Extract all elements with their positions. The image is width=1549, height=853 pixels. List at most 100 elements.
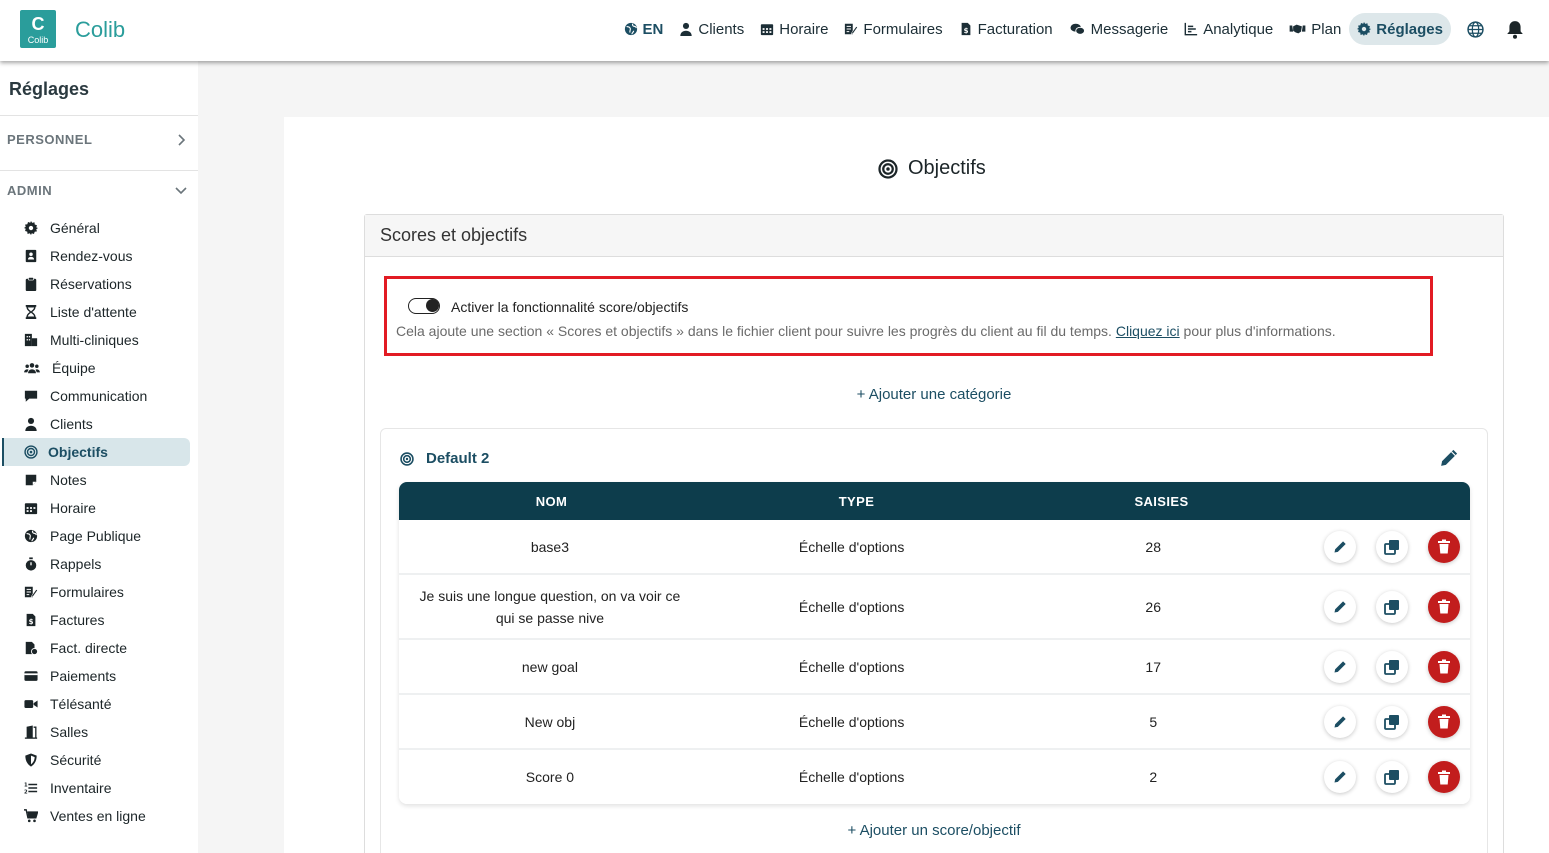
sidebar-item-formulaires[interactable]: Formulaires — [0, 578, 198, 606]
add-score-button[interactable]: + Ajouter un score/objectif — [381, 822, 1487, 839]
add-category-button[interactable]: + Ajouter une catégorie — [365, 386, 1503, 403]
sidebar-item-label: Horaire — [50, 500, 96, 516]
delete-button[interactable] — [1428, 530, 1460, 563]
nav-language[interactable]: EN — [616, 13, 672, 45]
sidebar-item-label: Formulaires — [50, 584, 124, 600]
direct-invoice-icon — [25, 641, 38, 655]
sidebar-item-inventaire[interactable]: 1 2 Inventaire — [0, 774, 198, 802]
duplicate-button[interactable] — [1376, 650, 1408, 683]
sidebar-item-rendez-vous[interactable]: Rendez-vous — [0, 242, 198, 270]
table-row: base3 Échelle d'options 28 — [399, 520, 1470, 575]
sidebar-item-label: Réservations — [50, 276, 132, 292]
invoice-icon: $ — [961, 22, 970, 36]
delete-button[interactable] — [1428, 705, 1460, 738]
trash-icon — [1438, 659, 1450, 674]
category-name: Default 2 — [426, 450, 490, 467]
pencil-icon — [1334, 660, 1346, 673]
toggle-knob — [426, 299, 439, 312]
edit-button[interactable] — [1324, 761, 1356, 793]
table-row: New obj Échelle d'options 5 — [399, 695, 1470, 750]
cell-saisies: 2 — [1149, 769, 1158, 785]
edit-button[interactable] — [1324, 705, 1356, 738]
sidebar-item-rappels[interactable]: Rappels — [0, 550, 198, 578]
sidebar-item-telesante[interactable]: Télésanté — [0, 690, 198, 718]
app-logo[interactable]: C Colib — [20, 10, 56, 48]
hourglass-icon — [25, 305, 37, 319]
app-name[interactable]: Colib — [75, 17, 125, 43]
target-icon — [878, 158, 898, 179]
duplicate-button[interactable] — [1376, 590, 1408, 623]
chat-icon — [1070, 23, 1085, 35]
sidebar-item-clients[interactable]: Clients — [0, 410, 198, 438]
language-globe-button[interactable] — [1459, 13, 1491, 45]
edit-category-pencil-icon[interactable] — [1439, 448, 1459, 468]
sidebar-item-objectifs[interactable]: Objectifs — [2, 438, 190, 466]
sidebar-item-securite[interactable]: Sécurité — [0, 746, 198, 774]
nav-horaire[interactable]: Horaire — [752, 13, 836, 45]
delete-button[interactable] — [1428, 761, 1460, 793]
column-saisies: SAISIES — [1134, 493, 1189, 509]
section-label: ADMIN — [7, 183, 53, 198]
trash-icon — [1438, 714, 1450, 729]
sidebar-item-reservations[interactable]: Réservations — [0, 270, 198, 298]
sidebar-section-personnel[interactable]: PERSONNEL — [7, 132, 187, 147]
duplicate-button[interactable] — [1376, 761, 1408, 793]
cell-nom: New obj — [524, 713, 576, 730]
logo-text: Colib — [27, 35, 49, 45]
cell-type: Échelle d'options — [798, 713, 905, 730]
sidebar-item-label: Paiements — [50, 668, 117, 684]
duplicate-button[interactable] — [1376, 530, 1408, 563]
settings-sidebar: Réglages PERSONNEL ADMIN Général Rendez-… — [0, 61, 198, 853]
delete-button[interactable] — [1428, 590, 1460, 623]
cell-nom: Je suis une longue question, on va voir … — [419, 587, 681, 626]
sidebar-section-admin[interactable]: ADMIN — [7, 183, 187, 198]
cell-saisies: 17 — [1145, 658, 1161, 675]
pencil-icon — [1334, 540, 1346, 553]
sidebar-item-general[interactable]: Général — [0, 214, 198, 242]
sidebar-item-label: Objectifs — [48, 444, 108, 460]
sidebar-item-ventes-en-ligne[interactable]: Ventes en ligne — [0, 802, 198, 830]
sidebar-item-multi-cliniques[interactable]: Multi-cliniques — [0, 326, 198, 354]
table-row: Score 0 Échelle d'options 2 — [399, 750, 1470, 804]
sidebar-item-label: Clients — [50, 416, 93, 432]
main-card: Objectifs Scores et objectifs Activer la… — [284, 117, 1549, 853]
nav-formulaires[interactable]: Formulaires — [836, 13, 950, 45]
trash-icon — [1438, 770, 1450, 784]
pencil-icon — [1334, 600, 1346, 613]
sidebar-item-notes[interactable]: Notes — [0, 466, 198, 494]
top-bar: C Colib Colib EN Clients Horaire Formula… — [0, 0, 1549, 61]
feature-toggle[interactable] — [408, 298, 440, 314]
nav-analytique[interactable]: Analytique — [1176, 13, 1281, 45]
nav-plan[interactable]: Plan — [1281, 13, 1349, 45]
nav-clients[interactable]: Clients — [671, 13, 752, 45]
duplicate-button[interactable] — [1376, 705, 1408, 738]
sidebar-item-label: Général — [50, 220, 100, 236]
edit-button[interactable] — [1324, 650, 1356, 683]
form-icon — [24, 586, 38, 598]
edit-button[interactable] — [1324, 590, 1356, 623]
nav-facturation[interactable]: $ Facturation — [951, 13, 1061, 45]
notifications-button[interactable] — [1499, 13, 1531, 45]
video-icon — [24, 700, 38, 708]
sidebar-item-salles[interactable]: Salles — [0, 718, 198, 746]
sidebar-item-equipe[interactable]: Équipe — [0, 354, 198, 382]
sidebar-item-horaire[interactable]: Horaire — [0, 494, 198, 522]
sidebar-item-label: Communication — [50, 388, 148, 404]
sidebar-item-communication[interactable]: Communication — [0, 382, 198, 410]
nav-reglages[interactable]: Réglages — [1349, 13, 1451, 45]
edit-button[interactable] — [1324, 530, 1356, 563]
more-info-link[interactable]: Cliquez ici — [1116, 323, 1180, 339]
sidebar-item-fact-directe[interactable]: Fact. directe — [0, 634, 198, 662]
nav-messagerie[interactable]: Messagerie — [1061, 13, 1177, 45]
globe-icon — [24, 529, 38, 543]
nav-horaire-label: Horaire — [779, 20, 829, 38]
sidebar-item-paiements[interactable]: Paiements — [0, 662, 198, 690]
panel-title: Scores et objectifs — [365, 215, 1503, 257]
sidebar-item-liste-attente[interactable]: Liste d'attente — [0, 298, 198, 326]
sidebar-item-page-publique[interactable]: Page Publique — [0, 522, 198, 550]
sidebar-item-label: Liste d'attente — [50, 304, 137, 320]
cell-saisies: 28 — [1145, 538, 1161, 555]
shield-icon — [25, 753, 37, 767]
delete-button[interactable] — [1428, 650, 1460, 683]
sidebar-item-factures[interactable]: $ Factures — [0, 606, 198, 634]
